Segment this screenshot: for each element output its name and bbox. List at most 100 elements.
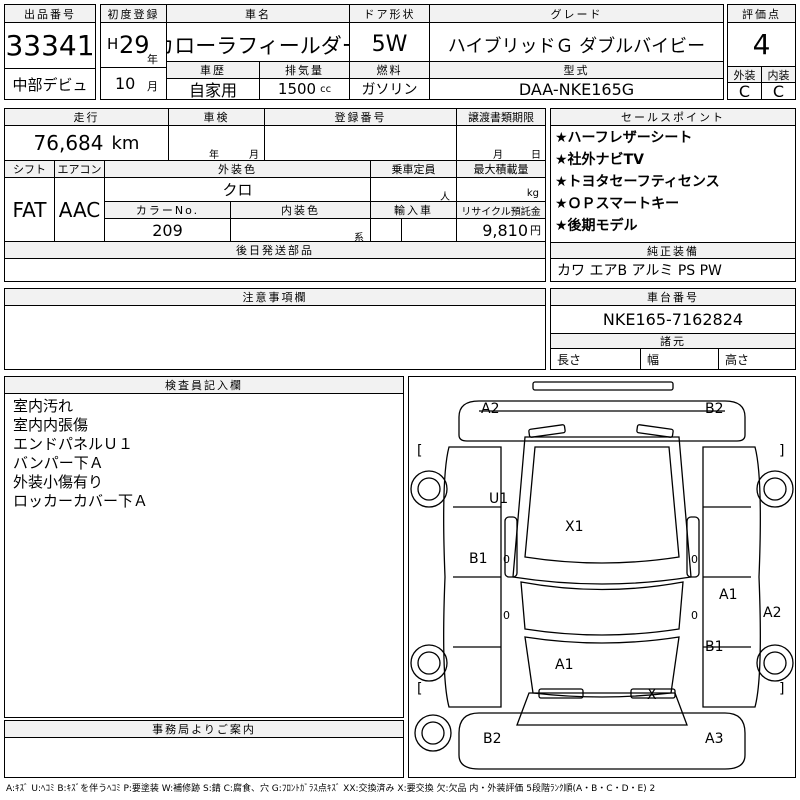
bracket-right-mark: ]	[779, 443, 785, 459]
transfer-cell: 月 日	[457, 126, 545, 161]
mark-rear-right: A3	[705, 731, 724, 747]
notes-block: 注意事項欄	[4, 288, 546, 370]
mark-right-rear-fender: A2	[763, 605, 782, 621]
office-block: 事務局よりご案内	[4, 720, 404, 778]
height-label: 高さ	[725, 352, 750, 367]
notes-label: 注意事項欄	[5, 289, 545, 306]
width-label: 幅	[641, 349, 719, 369]
sales-point: ★ＯＰスマートキー	[555, 196, 680, 212]
mark-front-right: B2	[705, 401, 724, 417]
reg-no-value	[265, 126, 457, 161]
capacity-unit: 人	[440, 192, 450, 202]
bracket-left-mark: [	[417, 681, 423, 697]
displacement: 1500	[277, 80, 317, 98]
insp-year-unit: 年	[209, 150, 219, 161]
mark-left-front-door: U1	[489, 491, 509, 507]
transfer-day-unit: 日	[531, 150, 541, 161]
mark-right-quarter: B1	[705, 639, 724, 655]
sales-points-label: セールスポイント	[551, 109, 795, 126]
year-unit: 年	[147, 53, 158, 66]
sales-points-block: セールスポイント ★ハーフレザーシート ★社外ナビTV ★トヨタセーフティセンス…	[550, 108, 796, 282]
color-no: 209	[105, 219, 231, 242]
sales-point: ★トヨタセーフティセンス	[555, 174, 720, 190]
recycle-cell: 9,810 円	[457, 219, 545, 242]
car-name-label: 車名	[167, 5, 350, 23]
model-label: 型式	[430, 61, 723, 79]
capacity-label: 乗車定員	[371, 161, 457, 178]
mark-zero: 0	[503, 609, 510, 622]
ext-grade: C	[728, 83, 762, 99]
fuel-label: 燃料	[350, 61, 430, 79]
equipment-label: 純正装備	[551, 242, 795, 259]
load-cell: kg	[457, 178, 545, 202]
mileage-unit: km	[111, 132, 140, 154]
sales-point: ★後期モデル	[555, 218, 638, 234]
reg-no-label: 登録番号	[265, 109, 457, 126]
ac: AAC	[55, 178, 105, 242]
mileage: 76,684	[33, 131, 104, 155]
displacement-unit: cc	[320, 83, 332, 95]
inspector-note: 室内汚れ	[13, 397, 74, 415]
month: 10	[115, 74, 136, 93]
chassis-number: NKE165-7162824	[551, 306, 795, 334]
later-parts-value	[5, 259, 545, 281]
color-no-label: カラーNo.	[105, 202, 231, 219]
recycle: 9,810	[482, 220, 528, 240]
mileage-label: 走行	[5, 109, 169, 126]
sales-points-list: ★ハーフレザーシート ★社外ナビTV ★トヨタセーフティセンス ★ＯＰスマートキ…	[551, 127, 795, 241]
inspection-label: 車検	[169, 109, 265, 126]
mark-zero: 0	[691, 609, 698, 622]
lot-number: 33341	[5, 23, 95, 69]
transfer-label: 譲渡書類期限	[457, 109, 545, 126]
inspector-label: 検査員記入欄	[5, 377, 403, 394]
mark-zero: 0	[503, 553, 510, 566]
ac-label: エアコン	[55, 161, 105, 178]
later-parts-label: 後日発送部品	[5, 242, 545, 259]
mark-trunk: A1	[555, 657, 574, 673]
inspector-note: 室内内張傷	[13, 416, 89, 434]
int-color-cell: 系	[231, 219, 371, 242]
lot-label: 出品番号	[5, 5, 95, 23]
import-label: 輸入車	[371, 202, 457, 219]
history: 自家用	[167, 79, 260, 99]
inspector-note: エンドパネルＵ１	[13, 435, 134, 453]
header-lot-block: 出品番号 33341 中部デビュ	[4, 4, 96, 100]
mark-front-left: A2	[481, 401, 500, 417]
import-cell	[371, 219, 457, 242]
inspector-block: 検査員記入欄 室内汚れ 室内内張傷 エンドパネルＵ１ バンパー下Ａ 外装小傷有り…	[4, 376, 404, 718]
sales-point: ★ハーフレザーシート	[555, 130, 693, 146]
specs-block: 走行 車検 登録番号 譲渡書類期限 76,684 km 年 月 月 日 シフト …	[4, 108, 546, 282]
color: クロ	[105, 178, 371, 202]
import-divider	[401, 219, 402, 241]
inspection-cell: 年 月	[169, 126, 265, 161]
transfer-month-unit: 月	[493, 150, 503, 161]
car-diagram: A2 B2 [ ] U1 X1 B1 0 0 0 0 A1 A2 B1 A1 […	[408, 376, 796, 778]
recycle-label: リサイクル預託金	[457, 202, 545, 219]
mileage-cell: 76,684 km	[5, 126, 169, 161]
displacement-label: 排気量	[260, 61, 350, 79]
mark-roof: X1	[565, 519, 584, 535]
insp-month-unit: 月	[249, 150, 259, 161]
first-reg-label: 初度登録	[101, 5, 167, 23]
header-score-block: 評価点 4 外装 内装 C C	[727, 4, 796, 100]
fuel: ガソリン	[350, 79, 430, 99]
color-label: 外装色	[105, 161, 371, 178]
mark-zero: 0	[691, 553, 698, 566]
capacity-cell: 人	[371, 178, 457, 202]
equipment: カワ エアB アルミ PS PW	[557, 263, 722, 279]
chassis-label: 車台番号	[551, 289, 795, 306]
mark-rear-lamp: X	[647, 687, 657, 703]
mark-left-rear-door: B1	[469, 551, 488, 567]
car-diagram-drawing	[410, 381, 794, 770]
bracket-left-mark: [	[417, 443, 423, 459]
mark-rear-left: B2	[483, 731, 502, 747]
int-color-unit: 系	[354, 233, 364, 242]
inspector-note: 外装小傷有り	[13, 473, 104, 491]
header-main-block: 初度登録 車名 ドア形状 グレード H 29 年 カローラフィールダー 5W ハ…	[100, 4, 724, 100]
ext-label: 外装	[728, 67, 762, 83]
score-label: 評価点	[728, 5, 795, 23]
inspector-note: ロッカーカバー下Ａ	[13, 492, 149, 510]
history-label: 車歴	[167, 61, 260, 79]
venue: 中部デビュ	[12, 75, 88, 94]
int-label: 内装	[762, 67, 795, 83]
